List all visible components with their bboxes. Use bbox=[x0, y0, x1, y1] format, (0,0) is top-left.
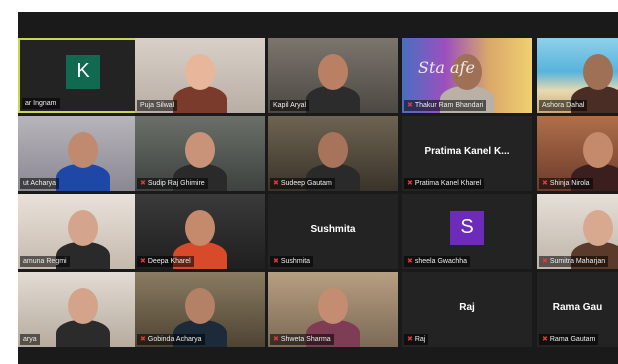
participant-name-label: ✖ Shweta Sharma bbox=[270, 334, 334, 345]
participant-name: Deepa Kharel bbox=[147, 258, 191, 265]
participant-tile[interactable]: ✖ Shinja Nirola bbox=[537, 116, 618, 191]
participant-name: Puja Silwal bbox=[140, 102, 175, 109]
participant-name: Rama Gautam bbox=[549, 336, 596, 343]
participant-tile[interactable]: ✖ Shweta Sharma bbox=[268, 272, 398, 347]
participant-name-label: Kapil Aryal bbox=[270, 100, 310, 111]
participant-name: Kapil Aryal bbox=[273, 102, 307, 109]
participant-name: Pratima Kanel Kharel bbox=[414, 180, 482, 187]
participant-name: Raj bbox=[414, 336, 426, 343]
participant-tile[interactable]: Sta afe ✖ Thakur Ram Bhandari bbox=[402, 38, 532, 113]
participant-face bbox=[583, 54, 613, 90]
participant-tile[interactable]: Ashora Dahal bbox=[537, 38, 618, 113]
participant-name-label: ✖ Gobinda Acharya bbox=[137, 334, 205, 345]
participant-tile[interactable]: Sushmita ✖ Sushmita bbox=[268, 194, 398, 269]
participant-name: Thakur Ram Bhandari bbox=[414, 102, 484, 109]
participant-name-label: ✖ Sushmita bbox=[270, 256, 314, 267]
participant-name: Ashora Dahal bbox=[542, 102, 585, 109]
participant-tile[interactable]: arya bbox=[18, 272, 148, 347]
participant-face bbox=[318, 288, 348, 324]
participant-face bbox=[185, 288, 215, 324]
participant-name: ar Ingnam bbox=[25, 100, 57, 107]
participant-face bbox=[68, 132, 98, 168]
participant-name-label: ✖ Sudeep Gautam bbox=[270, 178, 335, 189]
participant-face bbox=[185, 54, 215, 90]
participant-tile[interactable]: ut Acharya bbox=[18, 116, 148, 191]
participant-tile[interactable]: Rama Gau ✖ Rama Gautam bbox=[537, 272, 618, 347]
participant-silhouette bbox=[56, 164, 110, 191]
participant-name: sheela Gwachha bbox=[414, 258, 468, 265]
zoom-gallery-window: Kar Ingnam Puja Silwal Kapil Aryal Sta afe ✖… bbox=[18, 12, 618, 364]
participant-tile[interactable]: ✖ Sudip Raj Ghimire bbox=[135, 116, 265, 191]
mic-muted-icon: ✖ bbox=[273, 336, 279, 343]
participant-name: Sudip Raj Ghimire bbox=[147, 180, 205, 187]
participant-face bbox=[68, 288, 98, 324]
virtual-background-text: Sta afe bbox=[418, 58, 475, 77]
participant-tile[interactable]: S ✖ sheela Gwachha bbox=[402, 194, 532, 269]
participant-tile[interactable]: ✖ Sudeep Gautam bbox=[268, 116, 398, 191]
participant-name-label: ✖ Raj bbox=[404, 334, 429, 345]
participant-name-label: ✖ Sumitra Maharjan bbox=[539, 256, 609, 267]
participant-name: Sumitra Maharjan bbox=[549, 258, 606, 265]
participant-face bbox=[318, 54, 348, 90]
participant-name-label: ✖ Deepa Kharel bbox=[137, 256, 194, 267]
participant-face bbox=[185, 210, 215, 246]
mic-muted-icon: ✖ bbox=[140, 180, 146, 187]
participant-name: arya bbox=[23, 336, 37, 343]
participant-face bbox=[583, 210, 613, 246]
participant-name-label: ✖ Pratima Kanel Kharel bbox=[404, 178, 485, 189]
participant-name-label: ✖ Thakur Ram Bhandari bbox=[404, 100, 487, 111]
participant-tile[interactable]: Puja Silwal bbox=[135, 38, 265, 113]
participant-tile[interactable]: Raj ✖ Raj bbox=[402, 272, 532, 347]
participant-tile[interactable]: Kar Ingnam bbox=[18, 38, 148, 113]
participant-tile[interactable]: Pratima Kanel K... ✖ Pratima Kanel Kharel bbox=[402, 116, 532, 191]
mic-muted-icon: ✖ bbox=[542, 258, 548, 265]
participant-name-label: amuna Regmi bbox=[20, 256, 70, 267]
participant-face bbox=[318, 132, 348, 168]
participant-name: Gobinda Acharya bbox=[147, 336, 202, 343]
mic-muted-icon: ✖ bbox=[542, 180, 548, 187]
mic-muted-icon: ✖ bbox=[542, 336, 548, 343]
participant-display-name: Raj bbox=[459, 302, 475, 313]
participant-name-label: ✖ sheela Gwachha bbox=[404, 256, 471, 267]
mic-muted-icon: ✖ bbox=[407, 102, 413, 109]
avatar-initial: S bbox=[450, 210, 484, 245]
mic-muted-icon: ✖ bbox=[140, 258, 146, 265]
top-bar bbox=[18, 12, 618, 36]
mic-muted-icon: ✖ bbox=[140, 336, 146, 343]
participant-name: Shinja Nirola bbox=[549, 180, 590, 187]
mic-muted-icon: ✖ bbox=[273, 180, 279, 187]
participant-name: ut Acharya bbox=[23, 180, 57, 187]
participant-display-name: Pratima Kanel K... bbox=[424, 146, 510, 157]
mic-muted-icon: ✖ bbox=[407, 180, 413, 187]
participant-name-label: Puja Silwal bbox=[137, 100, 178, 111]
participant-face bbox=[68, 210, 98, 246]
mic-muted-icon: ✖ bbox=[407, 258, 413, 265]
avatar-initial: K bbox=[66, 54, 100, 89]
participant-silhouette bbox=[173, 86, 227, 113]
participant-silhouette bbox=[306, 86, 360, 113]
participant-name: amuna Regmi bbox=[23, 258, 67, 265]
participant-name-label: ✖ Rama Gautam bbox=[539, 334, 599, 345]
participant-name-label: ✖ Shinja Nirola bbox=[539, 178, 593, 189]
participant-tile[interactable]: ✖ Deepa Kharel bbox=[135, 194, 265, 269]
participant-tile[interactable]: ✖ Gobinda Acharya bbox=[135, 272, 265, 347]
participant-name-label: ✖ Sudip Raj Ghimire bbox=[137, 178, 208, 189]
participant-name: Sudeep Gautam bbox=[280, 180, 332, 187]
participant-name-label: ut Acharya bbox=[20, 178, 60, 189]
participant-silhouette bbox=[56, 320, 110, 347]
mic-muted-icon: ✖ bbox=[273, 258, 279, 265]
participant-tile[interactable]: ✖ Sumitra Maharjan bbox=[537, 194, 618, 269]
participant-name-label: arya bbox=[20, 334, 40, 345]
participant-name-label: ar Ingnam bbox=[22, 98, 60, 109]
participant-name: Shweta Sharma bbox=[280, 336, 331, 343]
participant-display-name: Sushmita bbox=[310, 224, 356, 235]
participant-name-label: Ashora Dahal bbox=[539, 100, 588, 111]
participant-face bbox=[583, 132, 613, 168]
participant-name: Sushmita bbox=[280, 258, 311, 265]
participant-face bbox=[185, 132, 215, 168]
participant-tile[interactable]: amuna Regmi bbox=[18, 194, 148, 269]
participant-display-name: Rama Gau bbox=[552, 302, 603, 313]
participant-tile[interactable]: Kapil Aryal bbox=[268, 38, 398, 113]
mic-muted-icon: ✖ bbox=[407, 336, 413, 343]
